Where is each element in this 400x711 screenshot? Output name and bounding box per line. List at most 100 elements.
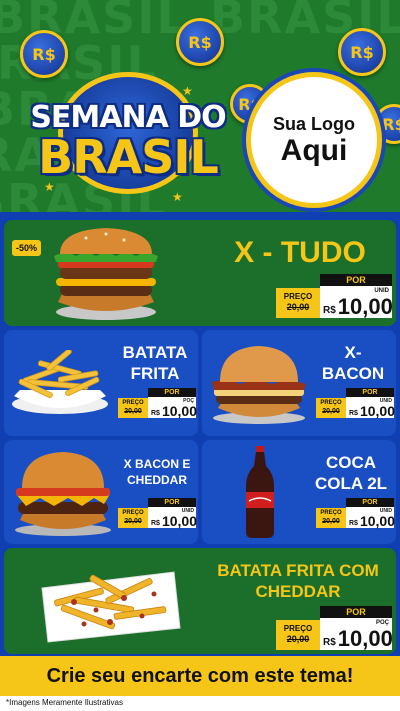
burger-image	[212, 346, 306, 424]
product-name-line-2: CHEDDAR	[255, 582, 341, 601]
coin-icon: R$	[338, 28, 386, 76]
price-box: POR PREÇO 20,00 R$ 10,00 UNID	[118, 498, 197, 529]
product-name-line-1: X BACON E	[123, 457, 191, 471]
price-old-value: 20,00	[124, 408, 142, 415]
price-currency: R$	[323, 305, 336, 316]
product-name-line-2: COLA 2L	[314, 474, 388, 493]
price-old-value: 20,00	[286, 302, 310, 312]
price-box: POR PREÇO 20,00 R$ 10,00 POÇ	[118, 388, 197, 419]
price-old-box: PREÇO 20,00	[118, 398, 148, 418]
price-old-value: 20,00	[124, 518, 142, 525]
price-new-label: POR	[320, 606, 392, 618]
product-name: X- BACON	[310, 342, 396, 384]
product-name-line-2: CHEDDAR	[127, 473, 187, 487]
price-new-label: POR	[148, 498, 196, 507]
price-old-label: PREÇO	[283, 292, 313, 301]
header-banner: BRASIL BRASIL BRASIL BRASIL BRASIL BRASI…	[0, 0, 400, 212]
product-name-line-1: BATATA	[122, 343, 188, 362]
event-title-badge: SEMANA DO BRASIL	[22, 72, 234, 194]
price-new-box: R$ 10,00 POÇ	[320, 618, 393, 651]
price-unit: UNID	[379, 398, 392, 404]
price-old-label: PREÇO	[320, 510, 342, 516]
price-box: POR PREÇO 20,00 R$ 10,00 UNID	[316, 388, 395, 419]
price-old-box: PREÇO 20,00	[276, 288, 320, 318]
price-new-label: POR	[346, 498, 394, 507]
price-new-box: R$ 10,00 UNID	[346, 397, 395, 419]
price-box: POR PREÇO 20,00 R$ 10,00 UNID	[316, 498, 395, 529]
product-name: COCA COLA 2L	[306, 452, 396, 494]
discount-badge: -50%	[12, 240, 42, 256]
product-name-line-1: BATATA FRITA COM	[217, 561, 379, 580]
product-card-coca-cola[interactable]: COCA COLA 2L POR PREÇO 20,00 R$ 10,00 UN…	[202, 440, 396, 544]
price-old-label: PREÇO	[283, 624, 313, 633]
product-name-line-1: X-	[344, 343, 362, 362]
price-new-value: 10,00	[337, 294, 393, 319]
star-icon: ★	[44, 180, 55, 194]
cta-text: Crie seu encarte com este tema!	[46, 664, 354, 687]
price-unit: POÇ	[375, 620, 389, 626]
price-old-label: PREÇO	[122, 400, 144, 406]
background-word: BRASIL	[0, 0, 188, 44]
price-currency: R$	[151, 410, 160, 417]
burger-image	[15, 452, 111, 536]
fries-image	[12, 350, 108, 414]
product-name: X BACON E CHEDDAR	[116, 456, 198, 488]
price-old-box: PREÇO 20,00	[276, 620, 320, 650]
price-new-box: R$ 10,00 UNID	[148, 507, 197, 529]
price-new-value: 10,00	[359, 513, 395, 529]
price-old-value: 20,00	[322, 518, 340, 525]
price-new-value: 10,00	[359, 403, 395, 419]
star-icon: ★	[172, 190, 183, 204]
price-new-box: R$ 10,00 POÇ	[148, 397, 197, 419]
price-old-label: PREÇO	[320, 400, 342, 406]
products-area: -50% X - TUDO POR PREÇO 20,00 R$ 10,00 U…	[0, 212, 400, 657]
price-new-label: POR	[148, 388, 196, 397]
price-old-value: 20,00	[322, 408, 340, 415]
price-new-label: POR	[346, 388, 394, 397]
fries-cheddar-image	[41, 571, 181, 643]
price-currency: R$	[349, 410, 358, 417]
product-card-batata-cheddar[interactable]: BATATA FRITA COM CHEDDAR POR PREÇO 20,00…	[4, 548, 396, 654]
price-box: POR PREÇO 20,00 R$ 10,00 POÇ	[276, 606, 393, 651]
coin-icon: R$	[176, 18, 224, 66]
product-card-batata-frita[interactable]: BATATA FRITA POR PREÇO 20,00 R$ 10,00 PO…	[4, 330, 198, 436]
price-new-box: R$ 10,00 UNID	[346, 507, 395, 529]
price-unit: POÇ	[183, 398, 194, 404]
price-unit: UNID	[181, 508, 194, 514]
price-unit: UNID	[374, 288, 389, 294]
product-name-line-2: FRITA	[130, 364, 180, 383]
soda-bottle-image	[246, 446, 274, 538]
footnote: *Imagens Meramente Ilustrativas	[6, 698, 123, 707]
product-name: X - TUDO	[234, 236, 366, 269]
burger-image	[54, 228, 158, 320]
product-name: BATATA FRITA	[112, 342, 198, 384]
price-currency: R$	[151, 520, 160, 527]
star-icon: ★	[182, 84, 193, 98]
product-card-x-bacon-cheddar[interactable]: X BACON E CHEDDAR POR PREÇO 20,00 R$ 10,…	[4, 440, 198, 544]
price-old-box: PREÇO 20,00	[118, 508, 148, 528]
price-currency: R$	[349, 520, 358, 527]
price-unit: UNID	[379, 508, 392, 514]
product-name-line-2: BACON	[321, 364, 385, 383]
price-new-value: 10,00	[161, 513, 197, 529]
logo-text-line-1: Sua Logo	[273, 113, 355, 134]
price-box: POR PREÇO 20,00 R$ 10,00 UNID	[276, 274, 393, 319]
logo-placeholder: Sua Logo Aqui	[246, 72, 382, 208]
price-new-label: POR	[320, 274, 392, 286]
product-name: BATATA FRITA COM CHEDDAR	[200, 560, 396, 602]
price-new-value: 10,00	[337, 626, 393, 651]
product-name-line-1: COCA	[325, 453, 377, 472]
logo-text-line-2: Aqui	[280, 133, 348, 167]
price-old-box: PREÇO 20,00	[316, 508, 346, 528]
product-card-x-tudo[interactable]: -50% X - TUDO POR PREÇO 20,00 R$ 10,00 U…	[4, 220, 396, 326]
price-new-box: R$ 10,00 UNID	[320, 286, 393, 319]
price-old-label: PREÇO	[122, 510, 144, 516]
price-old-value: 20,00	[286, 634, 310, 644]
price-new-value: 10,00	[161, 403, 197, 419]
product-card-x-bacon[interactable]: X- BACON POR PREÇO 20,00 R$ 10,00 UNID	[202, 330, 396, 436]
title-line-2: BRASIL	[38, 130, 219, 184]
price-currency: R$	[323, 637, 336, 648]
coin-icon: R$	[20, 30, 68, 78]
cta-banner[interactable]: Crie seu encarte com este tema!	[0, 656, 400, 696]
price-old-box: PREÇO 20,00	[316, 398, 346, 418]
